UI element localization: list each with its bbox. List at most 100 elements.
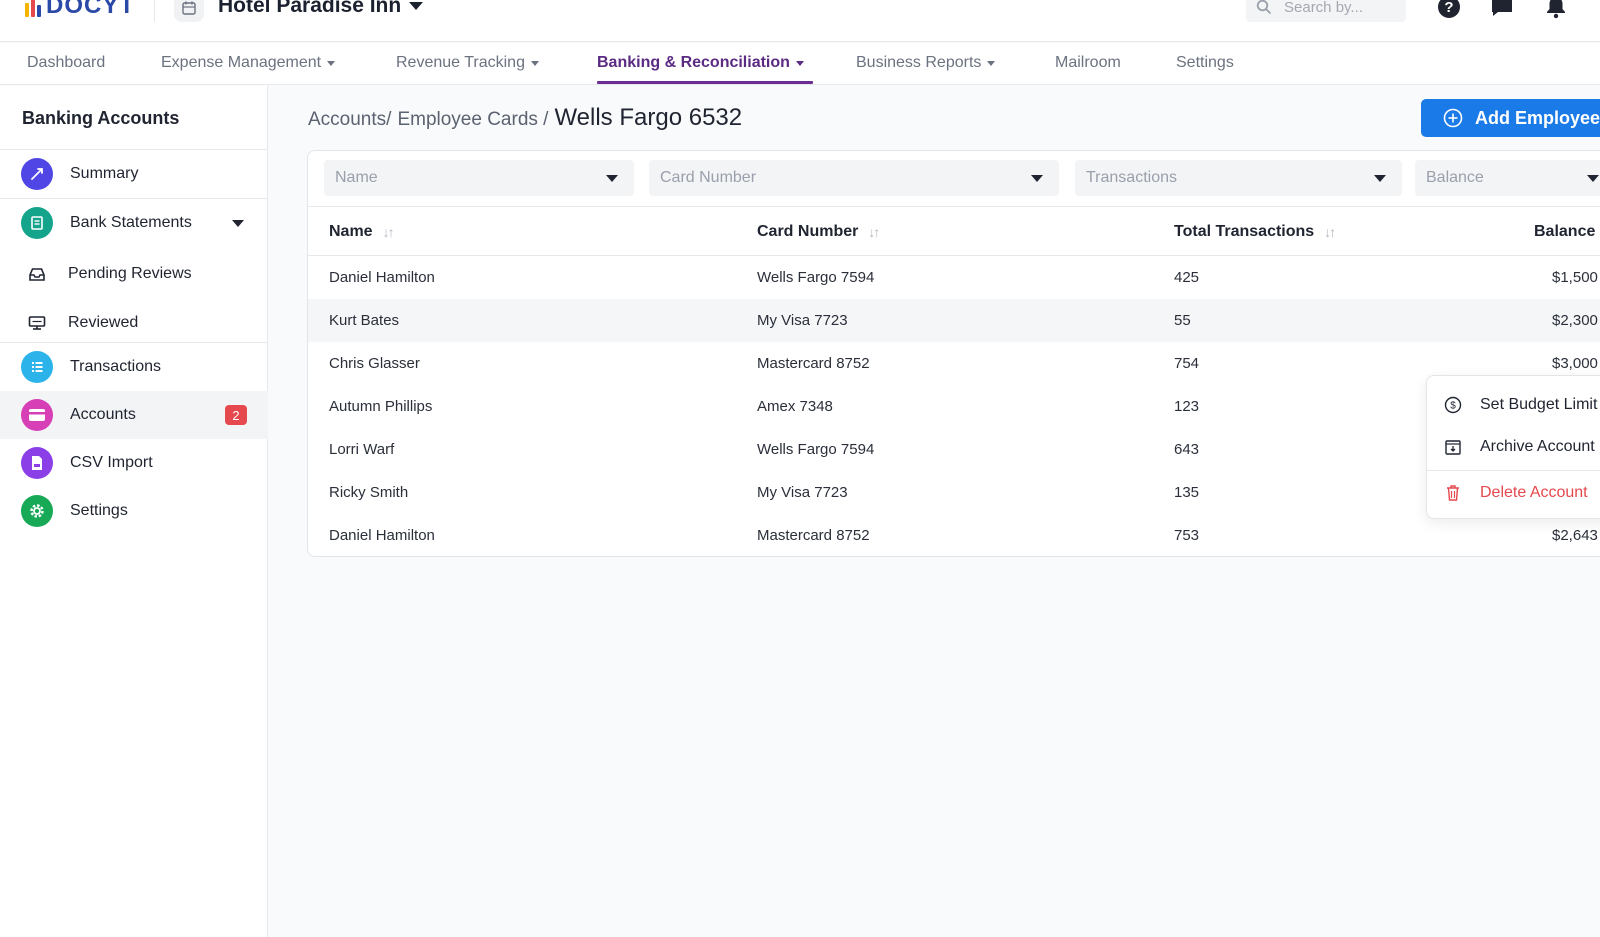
nav-expense-management[interactable]: Expense Management	[161, 54, 336, 72]
sidebar-item-pending-reviews[interactable]: Pending Reviews	[0, 250, 268, 298]
svg-text:?: ?	[1444, 0, 1453, 16]
table-row[interactable]: Autumn Phillips Amex 7348 123	[308, 385, 1600, 428]
column-header-name[interactable]: Name ↓↑	[329, 223, 395, 241]
chevron-down-icon	[1374, 174, 1386, 182]
business-selector[interactable]: Hotel Paradise Inn	[218, 0, 424, 18]
sidebar-item-summary[interactable]: Summary	[0, 150, 268, 198]
cell-card-number: Mastercard 8752	[757, 527, 870, 544]
archive-icon	[1443, 437, 1463, 457]
breadcrumb: Accounts/ Employee Cards / Wells Fargo 6…	[308, 104, 742, 132]
cell-card-number: Wells Fargo 7594	[757, 441, 875, 458]
nav-revenue-tracking[interactable]: Revenue Tracking	[396, 54, 539, 72]
card-icon	[21, 399, 53, 431]
nav-banking-reconciliation[interactable]: Banking & Reconciliation	[597, 54, 804, 72]
column-header-label: Name	[329, 223, 373, 240]
filter-placeholder: Name	[335, 169, 378, 186]
plus-circle-icon	[1443, 108, 1463, 128]
column-header-label: Total Transactions	[1174, 223, 1315, 240]
filter-placeholder: Transactions	[1086, 169, 1177, 186]
chat-icon[interactable]	[1489, 0, 1515, 20]
sidebar-item-reviewed[interactable]: Reviewed	[0, 299, 268, 347]
cell-total-transactions: 55	[1174, 312, 1191, 329]
help-icon[interactable]: ?	[1436, 0, 1462, 20]
filter-placeholder: Card Number	[660, 169, 757, 186]
transactions-filter-select[interactable]: Transactions	[1075, 160, 1402, 196]
nav-label: Mailroom	[1055, 54, 1121, 71]
cell-card-number: My Visa 7723	[757, 312, 848, 329]
summary-icon	[21, 158, 53, 190]
menu-item-delete-account[interactable]: Delete Account	[1427, 472, 1600, 514]
table-row[interactable]: Kurt Bates My Visa 7723 55 $2,300	[308, 299, 1600, 342]
employee-cards-table: Name Card Number Transactions Balance Na…	[307, 150, 1600, 557]
breadcrumb-employee-cards[interactable]: Employee Cards /	[397, 109, 548, 131]
table-row[interactable]: Daniel Hamilton Wells Fargo 7594 425 $1,…	[308, 256, 1600, 299]
sidebar-item-transactions[interactable]: Transactions	[0, 343, 268, 391]
reviewed-icon	[28, 314, 46, 332]
card-number-filter-select[interactable]: Card Number	[649, 160, 1059, 196]
business-icon[interactable]	[174, 0, 204, 22]
bell-icon[interactable]	[1543, 0, 1569, 20]
sidebar-item-label: Transactions	[70, 358, 161, 375]
nav-active-underline	[597, 81, 813, 84]
cell-balance: $1,500	[1552, 269, 1598, 286]
column-header-balance[interactable]: Balance	[1534, 223, 1595, 241]
sort-icon[interactable]: ↓↑	[868, 224, 880, 240]
cell-balance: $2,300	[1552, 312, 1598, 329]
cell-name: Kurt Bates	[329, 312, 400, 329]
business-name: Hotel Paradise Inn	[218, 0, 402, 17]
column-header-total-transactions[interactable]: Total Transactions ↓↑	[1174, 223, 1336, 241]
menu-item-label: Archive Account	[1480, 438, 1595, 455]
search-box[interactable]	[1246, 0, 1406, 22]
cell-card-number: Mastercard 8752	[757, 355, 870, 372]
column-header-label: Card Number	[757, 223, 859, 240]
sidebar-item-label: Pending Reviews	[68, 265, 192, 282]
list-icon	[21, 351, 53, 383]
nav-mailroom[interactable]: Mailroom	[1055, 54, 1121, 72]
docyt-logo[interactable]: DOCYT	[25, 0, 135, 19]
cell-balance: $2,643	[1552, 527, 1598, 544]
cell-total-transactions: 754	[1174, 355, 1200, 372]
breadcrumb-accounts[interactable]: Accounts/	[308, 109, 391, 131]
add-employee-button[interactable]: Add Employee	[1421, 99, 1600, 137]
menu-item-set-budget-limit[interactable]: $ Set Budget Limit	[1427, 384, 1600, 426]
table-row[interactable]: Chris Glasser Mastercard 8752 754 $3,000	[308, 342, 1600, 385]
gear-icon	[21, 495, 53, 527]
sidebar-item-bank-statements[interactable]: Bank Statements	[0, 199, 268, 247]
name-filter-select[interactable]: Name	[324, 160, 634, 196]
sort-icon[interactable]: ↓↑	[1324, 224, 1336, 240]
sort-icon[interactable]: ↓↑	[383, 224, 395, 240]
cell-name: Lorri Warf	[329, 441, 395, 458]
nav-label: Banking & Reconciliation	[597, 54, 790, 71]
table-row[interactable]: Daniel Hamilton Mastercard 8752 753 $2,6…	[308, 514, 1600, 556]
menu-item-archive-account[interactable]: Archive Account	[1427, 426, 1600, 468]
bank-statements-icon	[21, 207, 53, 239]
cell-name: Ricky Smith	[329, 484, 409, 501]
column-header-card-number[interactable]: Card Number ↓↑	[757, 223, 880, 241]
chevron-down-icon	[409, 2, 424, 10]
nav-business-reports[interactable]: Business Reports	[856, 54, 996, 72]
chevron-down-icon	[1587, 174, 1599, 182]
cell-card-number: Amex 7348	[757, 398, 833, 415]
table-row[interactable]: Ricky Smith My Visa 7723 135	[308, 471, 1600, 514]
menu-item-label: Set Budget Limit	[1480, 396, 1598, 413]
nav-settings[interactable]: Settings	[1176, 54, 1234, 72]
nav-label: Dashboard	[27, 54, 106, 71]
search-input[interactable]	[1284, 0, 1394, 16]
table-row[interactable]: Lorri Warf Wells Fargo 7594 643	[308, 428, 1600, 471]
sidebar-item-label: Reviewed	[68, 314, 139, 331]
cell-total-transactions: 425	[1174, 269, 1200, 286]
sidebar-item-label: Settings	[70, 502, 128, 519]
nav-label: Revenue Tracking	[396, 54, 525, 71]
column-header-label: Balance	[1534, 223, 1596, 240]
caret-down-icon	[327, 60, 336, 66]
sidebar-item-settings[interactable]: Settings	[0, 487, 268, 535]
nav-dashboard[interactable]: Dashboard	[27, 54, 105, 72]
sidebar-item-csv-import[interactable]: CSV Import	[0, 439, 268, 487]
sidebar-title: Banking Accounts	[22, 108, 180, 128]
sidebar-item-accounts[interactable]: Accounts 2	[0, 391, 268, 439]
cell-name: Daniel Hamilton	[329, 269, 435, 286]
cell-name: Daniel Hamilton	[329, 527, 435, 544]
balance-filter-select[interactable]: Balance	[1415, 160, 1600, 196]
search-icon	[1256, 0, 1272, 15]
chevron-down-icon[interactable]	[232, 219, 244, 227]
